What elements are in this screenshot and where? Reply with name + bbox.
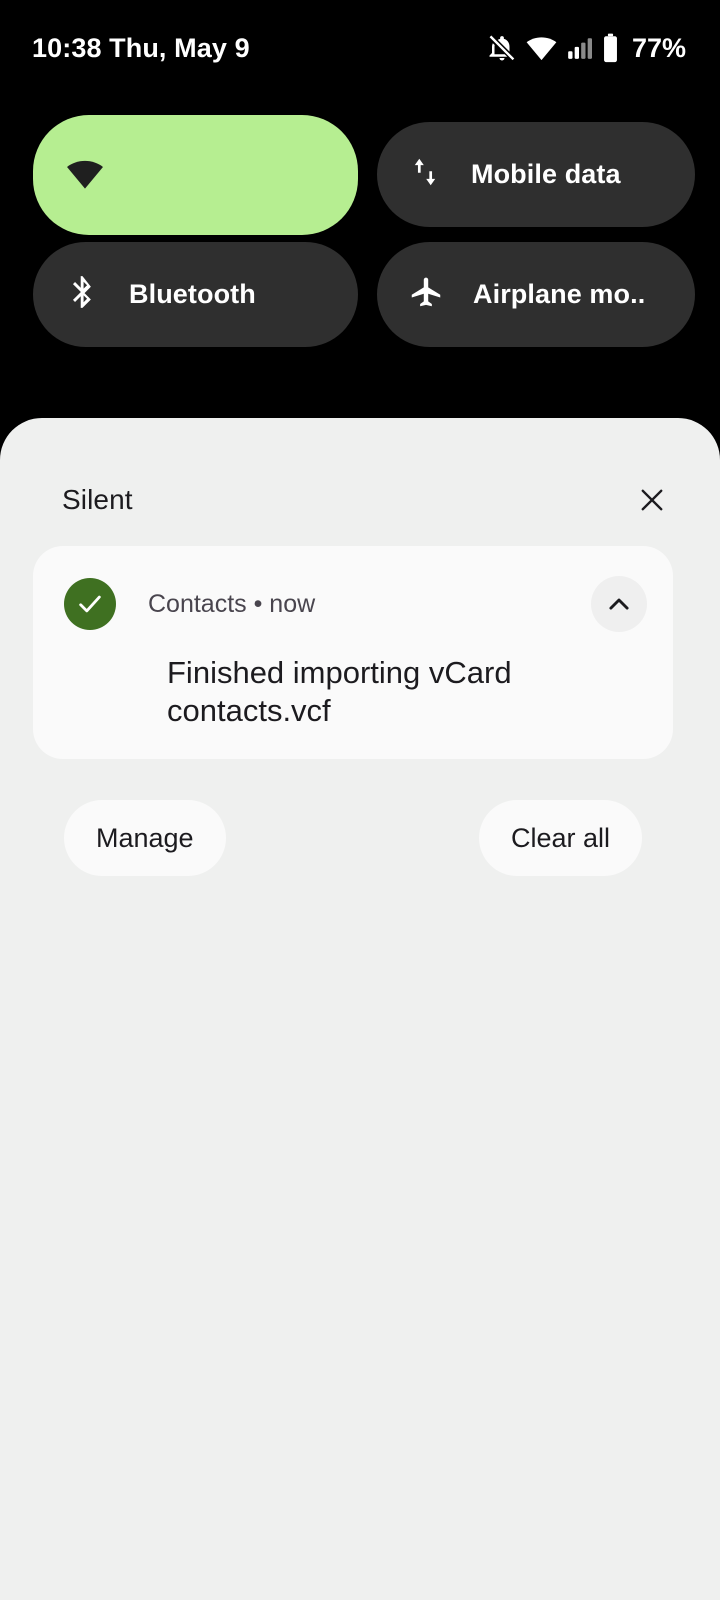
status-bar-clock: 10:38 Thu, May 9 — [32, 32, 250, 63]
notification-card[interactable]: Contacts • now Finished importing vCard … — [33, 546, 673, 759]
close-icon[interactable] — [630, 478, 674, 522]
wifi-icon — [63, 151, 107, 200]
quick-settings-grid: Mobile data Bluetooth Airplane mo.. — [0, 115, 720, 347]
wifi-icon — [526, 33, 557, 64]
silent-section-label: Silent — [62, 484, 133, 515]
notification-app-and-time: Contacts • now — [148, 589, 316, 618]
qs-tile-label-airplane-mode: Airplane mo.. — [473, 279, 646, 309]
qs-tile-bluetooth[interactable]: Bluetooth — [33, 242, 358, 347]
qs-tile-label-mobile-data: Mobile data — [471, 159, 621, 189]
bluetooth-icon — [63, 273, 101, 316]
cell-signal-icon — [566, 35, 592, 61]
status-bar: 10:38 Thu, May 9 77% — [0, 0, 720, 96]
status-bar-icons: 77% — [487, 33, 686, 64]
qs-tile-airplane-mode[interactable]: Airplane mo.. — [377, 242, 695, 347]
qs-tile-label-bluetooth: Bluetooth — [129, 279, 256, 309]
notification-header-row: Contacts • now — [33, 576, 673, 632]
battery-percent-label: 77% — [631, 32, 686, 63]
notification-shade-actions: Manage Clear all — [0, 800, 720, 876]
manage-button[interactable]: Manage — [64, 800, 226, 876]
airplane-icon — [407, 273, 445, 316]
clear-all-button[interactable]: Clear all — [478, 800, 642, 876]
mobile-data-icon — [407, 154, 443, 195]
notification-title-text: Finished importing vCard contacts.vcf — [167, 655, 512, 728]
check-circle-icon — [64, 578, 116, 630]
notification-section-header: Silent — [0, 474, 720, 526]
android-notification-shade-screen: 10:38 Thu, May 9 77% Mobile data Bluetoo… — [0, 0, 720, 1600]
battery-icon — [601, 33, 620, 64]
notification-shade-panel: Silent Contacts • now Finished importing… — [0, 418, 720, 1600]
notifications-off-icon — [487, 33, 517, 63]
qs-tile-wifi[interactable] — [33, 115, 358, 235]
qs-tile-mobile-data[interactable]: Mobile data — [377, 122, 695, 227]
chevron-up-icon[interactable] — [591, 576, 647, 632]
